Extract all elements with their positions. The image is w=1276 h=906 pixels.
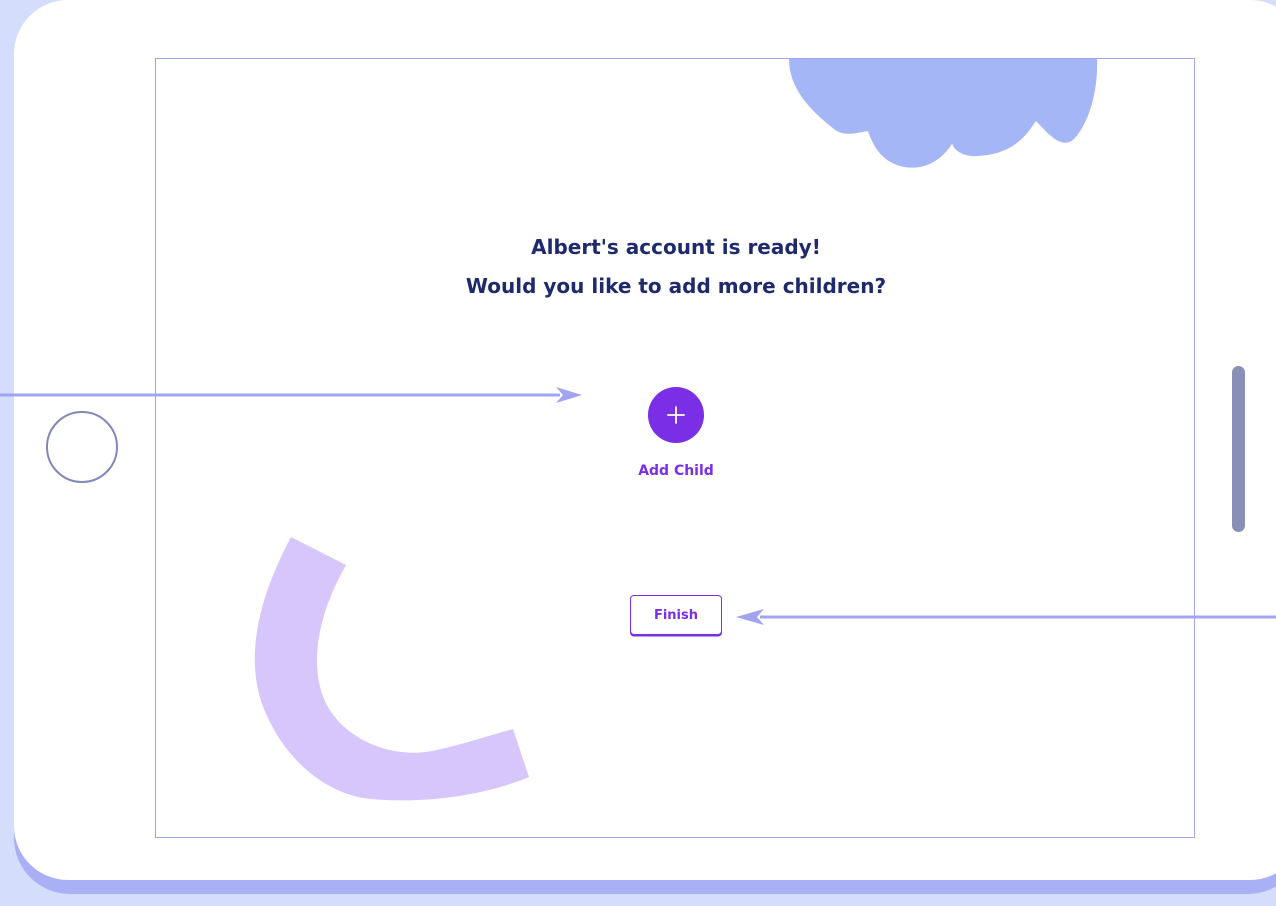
decoration-layer bbox=[254, 59, 1098, 801]
arc-decoration bbox=[254, 537, 529, 801]
cloud-decoration bbox=[789, 59, 1098, 168]
page-subtitle: Would you like to add more children? bbox=[465, 274, 887, 298]
add-child-button[interactable] bbox=[648, 387, 704, 443]
side-slider[interactable] bbox=[1232, 366, 1245, 532]
plus-icon bbox=[667, 406, 685, 424]
finish-button[interactable]: Finish bbox=[630, 595, 722, 635]
home-button[interactable] bbox=[46, 411, 118, 483]
page-title: Albert's account is ready! bbox=[531, 235, 821, 259]
add-child-label[interactable]: Add Child bbox=[576, 463, 776, 479]
app-screen: Albert's account is ready! Would you lik… bbox=[155, 58, 1195, 838]
